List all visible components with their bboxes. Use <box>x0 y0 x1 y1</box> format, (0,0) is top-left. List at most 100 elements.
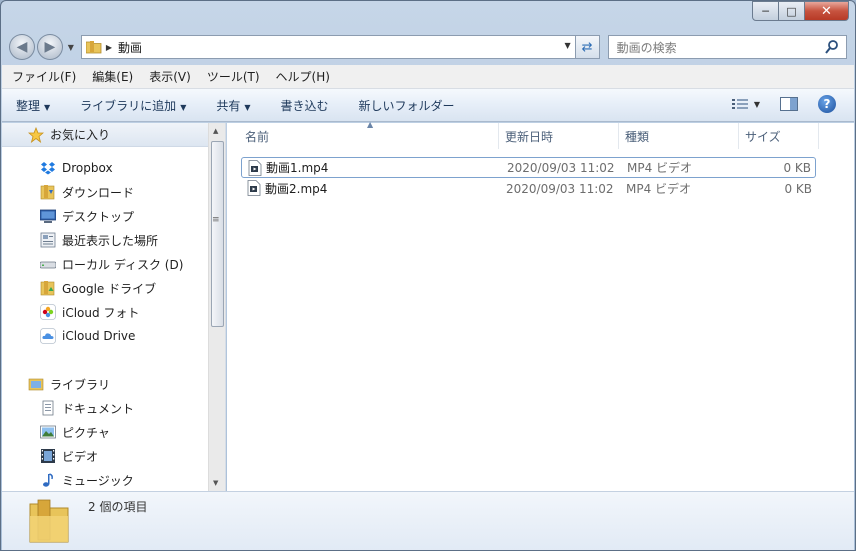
breadcrumb-videos[interactable]: 動画 <box>118 39 142 56</box>
share-button[interactable]: 共有 ▼ <box>216 97 250 114</box>
column-modified[interactable]: 更新日時 <box>499 123 619 149</box>
large-folder-icon <box>29 499 69 543</box>
scroll-up-icon[interactable]: ▲ <box>213 127 218 135</box>
nav-item-local-disk-d[interactable]: ローカル ディスク (D) <box>2 253 209 275</box>
nav-pane-scrollbar[interactable]: ▲ ≡ ▼ <box>208 123 225 491</box>
nav-item-videos[interactable]: ビデオ <box>2 445 209 467</box>
libraries-icon <box>28 378 44 391</box>
back-button[interactable]: ◀ <box>9 34 35 60</box>
organize-button[interactable]: 整理 ▼ <box>16 97 50 114</box>
item-count: 2 個の項目 <box>88 500 148 514</box>
explorer-window: ─ □ ✕ ◀ ▶ ▼ ▶ 動画 ▼ ⇄ 動画の検索 ファイル(F) 編集(E) <box>0 0 856 551</box>
nav-item-documents[interactable]: ドキュメント <box>2 397 209 419</box>
nav-item-google-drive[interactable]: Google ドライブ <box>2 277 209 299</box>
help-button[interactable]: ? <box>818 95 836 113</box>
mp4-file-icon <box>248 160 262 176</box>
maximize-icon: □ <box>786 4 797 18</box>
nav-item-pictures[interactable]: ピクチャ <box>2 421 209 443</box>
column-name[interactable]: 名前 <box>239 123 499 149</box>
navigation-pane: お気に入り Dropbox ダウンロード デスクトップ 最近表示した場所 ローカ… <box>2 123 226 491</box>
file-row[interactable]: 動画1.mp4 2020/09/03 11:02 MP4 ビデオ 0 KB <box>241 157 816 178</box>
google-drive-folder-icon <box>40 281 55 296</box>
file-list: ▲ 名前 更新日時 種類 サイズ 動画1.mp4 2020/09/03 11:0… <box>227 120 854 491</box>
file-row[interactable]: 動画2.mp4 2020/09/03 11:02 MP4 ビデオ 0 KB <box>241 178 816 199</box>
breadcrumb-separator-icon[interactable]: ▶ <box>106 43 112 52</box>
change-view-button[interactable]: ▼ <box>731 98 760 110</box>
file-type: MP4 ビデオ <box>627 161 693 175</box>
column-header: ▲ 名前 更新日時 種類 サイズ <box>227 120 854 149</box>
details-view-icon <box>731 99 748 109</box>
scrollbar-grip-icon: ≡ <box>212 215 220 225</box>
nav-item-dropbox[interactable]: Dropbox <box>2 157 209 179</box>
nav-item-desktop[interactable]: デスクトップ <box>2 205 209 227</box>
window-controls: ─ □ ✕ <box>752 1 849 21</box>
burn-button[interactable]: 書き込む <box>281 97 329 114</box>
refresh-button[interactable]: ⇄ <box>575 35 600 59</box>
nav-item-music[interactable]: ミュージック <box>2 469 209 491</box>
nav-item-downloads[interactable]: ダウンロード <box>2 181 209 203</box>
new-folder-button[interactable]: 新しいフォルダー <box>359 97 455 114</box>
nav-item-recent-places[interactable]: 最近表示した場所 <box>2 229 209 251</box>
command-bar: 整理 ▼ ライブラリに追加 ▼ 共有 ▼ 書き込む 新しいフォルダー ▼ ? <box>2 89 854 122</box>
address-history-dropdown[interactable]: ▼ <box>564 41 570 50</box>
file-name: 動画2.mp4 <box>265 182 328 196</box>
forward-arrow-icon: ▶ <box>44 39 56 55</box>
film-icon <box>41 449 55 463</box>
mp4-file-icon <box>247 180 261 196</box>
file-size: 0 KB <box>784 181 812 196</box>
menu-edit[interactable]: 編集(E) <box>92 68 133 85</box>
refresh-icon: ⇄ <box>581 39 593 55</box>
minimize-icon: ─ <box>762 4 769 18</box>
address-bar[interactable]: ▶ 動画 ▼ <box>80 35 576 59</box>
forward-button[interactable]: ▶ <box>36 34 63 60</box>
nav-item-icloud-drive[interactable]: iCloud Drive <box>2 325 209 347</box>
document-icon <box>42 400 54 416</box>
minimize-button[interactable]: ─ <box>752 1 779 21</box>
chevron-down-icon: ▼ <box>753 99 760 109</box>
menu-help[interactable]: ヘルプ(H) <box>276 68 330 85</box>
nav-favorites[interactable]: お気に入り <box>2 123 209 147</box>
file-modified: 2020/09/03 11:02 <box>507 160 615 175</box>
close-icon: ✕ <box>821 3 832 19</box>
file-type: MP4 ビデオ <box>626 182 692 196</box>
icloud-photos-icon <box>40 304 56 320</box>
folder-icon <box>85 41 102 54</box>
nav-item-icloud-photos[interactable]: iCloud フォト <box>2 301 209 323</box>
search-placeholder: 動画の検索 <box>616 40 677 55</box>
menu-view[interactable]: 表示(V) <box>149 68 191 85</box>
scrollbar-thumb[interactable] <box>211 141 224 327</box>
desktop-icon <box>40 209 56 223</box>
chevron-down-icon: ▼ <box>180 102 187 112</box>
details-pane: 2 個の項目 <box>2 491 854 550</box>
star-icon <box>28 126 44 143</box>
menu-bar: ファイル(F) 編集(E) 表示(V) ツール(T) ヘルプ(H) <box>2 65 854 89</box>
search-input[interactable]: 動画の検索 <box>607 35 847 59</box>
help-icon: ? <box>823 97 831 111</box>
icloud-drive-icon <box>40 328 56 344</box>
file-size: 0 KB <box>783 160 811 175</box>
pictures-icon <box>40 425 56 439</box>
drive-icon <box>40 261 56 269</box>
search-icon[interactable] <box>824 39 840 55</box>
downloads-folder-icon <box>40 185 55 200</box>
nav-libraries[interactable]: ライブラリ <box>2 373 209 395</box>
recent-pages-dropdown[interactable]: ▼ <box>65 43 77 52</box>
dropbox-icon <box>41 162 55 175</box>
recent-places-icon <box>40 232 56 248</box>
maximize-button[interactable]: □ <box>779 1 805 21</box>
chevron-down-icon: ▼ <box>244 102 251 112</box>
command-bar-right: ▼ ? <box>731 95 836 113</box>
menu-file[interactable]: ファイル(F) <box>12 68 76 85</box>
preview-pane-button[interactable] <box>780 97 798 111</box>
back-arrow-icon: ◀ <box>16 39 28 55</box>
scroll-down-icon[interactable]: ▼ <box>213 479 218 487</box>
add-to-library-button[interactable]: ライブラリに追加 ▼ <box>80 97 186 114</box>
menu-tools[interactable]: ツール(T) <box>207 68 260 85</box>
column-size[interactable]: サイズ <box>739 123 819 149</box>
chevron-down-icon: ▼ <box>44 102 51 112</box>
music-note-icon <box>43 473 53 487</box>
column-type[interactable]: 種類 <box>619 123 739 149</box>
close-button[interactable]: ✕ <box>805 1 849 21</box>
navigation-bar: ◀ ▶ ▼ ▶ 動画 ▼ ⇄ 動画の検索 <box>9 34 847 60</box>
file-modified: 2020/09/03 11:02 <box>506 181 614 196</box>
